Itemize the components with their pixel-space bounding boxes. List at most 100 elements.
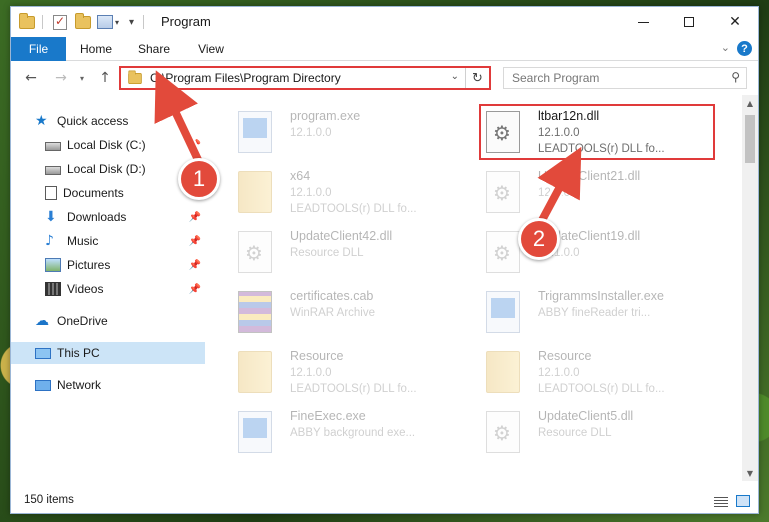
scroll-down-icon[interactable]: ▼: [742, 465, 758, 481]
search-input[interactable]: [512, 71, 712, 85]
address-path: C:\Program Files\Program Directory: [150, 71, 341, 85]
sidebar-item-onedrive[interactable]: ☁ OneDrive: [11, 310, 205, 332]
download-icon: ⬇: [45, 209, 57, 225]
address-dropdown-icon[interactable]: ⌄: [451, 71, 459, 82]
exe-file-icon: [486, 291, 520, 333]
search-icon[interactable]: ⚲: [731, 70, 740, 84]
picture-icon: [45, 258, 61, 272]
pin-icon: 📌: [188, 283, 201, 295]
back-arrow-icon[interactable]: ←: [21, 68, 41, 88]
file-item-updateclient42-dll[interactable]: UpdateClient42.dll Resource DLL: [216, 225, 456, 283]
expand-ribbon-icon[interactable]: ⌄: [721, 41, 730, 54]
sidebar-item-label: Documents: [63, 186, 124, 200]
navigation-pane: ★ Quick access Local Disk (C:) 📌 Local D…: [11, 102, 207, 482]
sidebar-item-videos[interactable]: Videos 📌: [11, 278, 205, 300]
folder-icon: [486, 351, 520, 393]
dll-file-icon: [238, 231, 272, 273]
folder-item-resource[interactable]: Resource 12.1.0.0 LEADTOOLS(r) DLL fo...: [216, 345, 456, 403]
sidebar-item-pictures[interactable]: Pictures 📌: [11, 254, 205, 276]
sidebar-item-label: Pictures: [67, 258, 111, 272]
file-item-certificates-cab[interactable]: certificates.cab WinRAR Archive: [216, 285, 456, 343]
folder-icon: [128, 69, 142, 84]
new-folder-icon[interactable]: [75, 12, 91, 31]
pin-icon: 📌: [188, 235, 201, 247]
step-2-badge: 2: [518, 218, 560, 260]
tab-file[interactable]: File: [11, 37, 66, 61]
vertical-scrollbar[interactable]: ▲ ▼: [742, 95, 758, 481]
star-icon: ★: [35, 113, 48, 129]
sidebar-item-quick-access[interactable]: ★ Quick access: [11, 110, 205, 132]
forward-arrow-icon[interactable]: →: [51, 68, 71, 88]
file-item-program-exe[interactable]: program.exe 12.1.0.0: [216, 105, 456, 163]
sidebar-item-documents[interactable]: Documents: [11, 182, 205, 204]
close-button[interactable]: ✕: [712, 7, 758, 37]
explorer-window: ▾ ▾ Program ✕ File Home Share View ⌄ ? ←…: [10, 6, 759, 514]
dll-file-icon: [486, 171, 520, 213]
pin-icon: 📌: [188, 211, 201, 223]
folder-item-resource[interactable]: Resource 12.1.0.0 LEADTOOLS(r) DLL fo...: [464, 345, 704, 403]
sidebar-item-label: Videos: [67, 282, 104, 296]
item-count: 150 items: [24, 494, 74, 506]
view-options-icon[interactable]: ▾: [97, 13, 119, 31]
pin-icon: 📌: [188, 259, 201, 271]
sidebar-item-label: Network: [57, 378, 102, 392]
exe-file-icon: [238, 411, 272, 453]
disk-icon: [45, 142, 61, 151]
scroll-up-icon[interactable]: ▲: [742, 95, 758, 111]
folder-icon: [238, 171, 272, 213]
tab-share[interactable]: Share: [131, 37, 177, 61]
pin-icon: 📌: [188, 139, 201, 151]
computer-icon: [35, 347, 51, 359]
up-arrow-icon[interactable]: ↑: [95, 68, 115, 88]
details-view-icon[interactable]: [714, 495, 728, 507]
properties-icon[interactable]: [53, 13, 67, 31]
sidebar-item-music[interactable]: ♪ Music 📌: [11, 230, 205, 252]
archive-file-icon: [238, 291, 272, 333]
customize-toolbar-icon[interactable]: ▾: [127, 13, 134, 31]
navigation-bar: ← → ▾ ↑ C:\Program Files\Program Directo…: [11, 62, 758, 94]
file-item-fineexec-exe[interactable]: FineExec.exe ABBY background exe...: [216, 405, 456, 463]
cloud-icon: ☁: [35, 313, 49, 329]
file-item-trigrammsinstaller-exe[interactable]: TrigrammsInstaller.exe ABBY fineReader t…: [464, 285, 704, 343]
sidebar-item-local-disk-d[interactable]: Local Disk (D:): [11, 158, 205, 180]
highlight-box: [479, 104, 715, 160]
status-bar: 150 items: [11, 489, 758, 513]
help-icon[interactable]: ?: [737, 41, 752, 56]
dll-file-icon: [486, 231, 520, 273]
large-icons-view-icon[interactable]: [736, 495, 750, 507]
file-item-updateclient19-dll[interactable]: UpdateClient19.dll 12.1.0.0: [464, 225, 704, 283]
tab-view[interactable]: View: [189, 37, 233, 61]
close-icon: ✕: [729, 14, 741, 30]
step-1-badge: 1: [178, 158, 220, 200]
exe-file-icon: [238, 111, 272, 153]
maximize-button[interactable]: [666, 7, 712, 37]
sidebar-item-local-disk-c[interactable]: Local Disk (C:) 📌: [11, 134, 205, 156]
search-box[interactable]: ⚲: [503, 67, 747, 89]
sidebar-item-label: Local Disk (C:): [67, 138, 146, 152]
sidebar-item-label: OneDrive: [57, 314, 108, 328]
sidebar-item-label: Downloads: [67, 210, 127, 224]
quick-access-folder-icon[interactable]: [19, 12, 35, 31]
title-bar: ▾ ▾ Program ✕: [11, 7, 758, 37]
video-icon: [45, 282, 61, 296]
document-icon: [45, 186, 57, 200]
file-item-updateclient5-dll[interactable]: UpdateClient5.dll Resource DLL: [464, 405, 704, 463]
sidebar-item-downloads[interactable]: ⬇ Downloads 📌: [11, 206, 205, 228]
sidebar-item-network[interactable]: Network: [11, 374, 205, 396]
disk-icon: [45, 166, 61, 175]
scroll-thumb[interactable]: [745, 115, 755, 163]
folder-item-x64[interactable]: x64 12.1.0.0 LEADTOOLS(r) DLL fo...: [216, 165, 456, 223]
tab-home[interactable]: Home: [71, 37, 121, 61]
address-bar[interactable]: C:\Program Files\Program Directory ⌄ ↻: [119, 66, 491, 90]
ribbon-tabs: File Home Share View ⌄ ?: [11, 37, 758, 61]
music-icon: ♪: [45, 233, 54, 249]
title-separator: [42, 15, 43, 29]
file-item-updateclient21-dll[interactable]: UpdateClient21.dll 12.1.0.0: [464, 165, 704, 223]
sidebar-item-label: Local Disk (D:): [67, 162, 146, 176]
minimize-button[interactable]: [620, 7, 666, 37]
refresh-icon[interactable]: ↻: [465, 68, 489, 88]
recent-locations-icon[interactable]: ▾: [77, 68, 87, 88]
network-icon: [35, 379, 51, 391]
sidebar-item-this-pc[interactable]: This PC: [11, 342, 205, 364]
dll-file-icon: [486, 411, 520, 453]
